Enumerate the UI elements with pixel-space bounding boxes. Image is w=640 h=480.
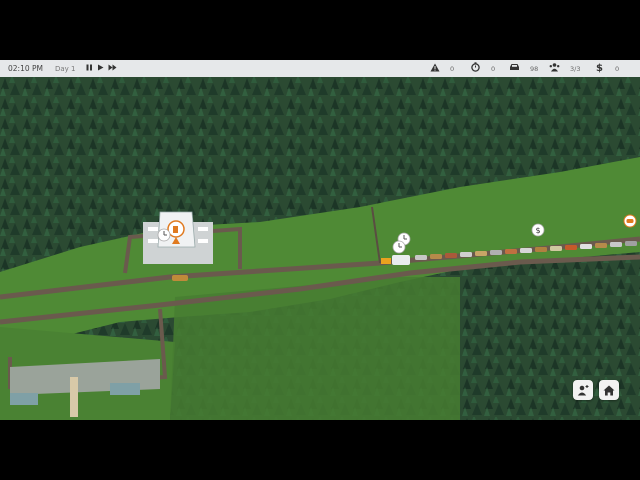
money-stat[interactable]: $ 0 (596, 60, 619, 77)
burger-icon (626, 219, 634, 223)
fast-forward-icon[interactable] (108, 64, 117, 73)
vehicle (172, 275, 188, 281)
speed-controls (86, 64, 117, 73)
clock-pin-3[interactable] (392, 240, 406, 254)
checkpoint-vehicle (392, 255, 410, 265)
small-building (10, 393, 38, 405)
food-pin[interactable] (623, 214, 637, 228)
add-person-button[interactable] (573, 380, 593, 400)
play-icon[interactable] (97, 64, 104, 73)
money-pin[interactable]: $ (531, 223, 545, 237)
dollar-icon: $ (596, 63, 603, 74)
stopwatch-icon (471, 62, 480, 75)
clock-pin[interactable] (157, 228, 171, 242)
warnings-stat[interactable]: 0 (430, 60, 454, 77)
map-canvas[interactable]: $ (0, 77, 640, 420)
timer-stat[interactable]: 0 (471, 60, 495, 77)
game-clock: 02:10 PM (8, 64, 43, 73)
vehicles-count: 98 (530, 64, 539, 73)
warnings-count: 0 (450, 64, 455, 73)
timer-count: 0 (491, 64, 496, 73)
people-icon (549, 62, 560, 75)
pause-icon[interactable] (86, 64, 93, 73)
vehicles-stat[interactable]: 98 (509, 60, 538, 77)
dollar-icon: $ (535, 226, 540, 235)
construction-barrier (381, 258, 391, 264)
small-building-2 (110, 383, 140, 395)
car-icon (509, 63, 520, 74)
game-map[interactable]: $ (0, 77, 640, 420)
home-button[interactable] (599, 380, 619, 400)
warning-icon (430, 63, 440, 75)
workers-stat[interactable]: 3/3 (549, 60, 580, 77)
top-status-bar: 02:10 PM Day 1 0 0 98 3/3 $ 0 (0, 60, 640, 78)
footpath (70, 377, 78, 417)
fuel-pump-icon (173, 226, 178, 233)
day-counter: Day 1 (55, 64, 76, 73)
workers-count: 3/3 (570, 64, 581, 73)
add-person-icon (577, 381, 589, 400)
home-icon (603, 381, 615, 400)
money-count: 0 (614, 64, 620, 73)
